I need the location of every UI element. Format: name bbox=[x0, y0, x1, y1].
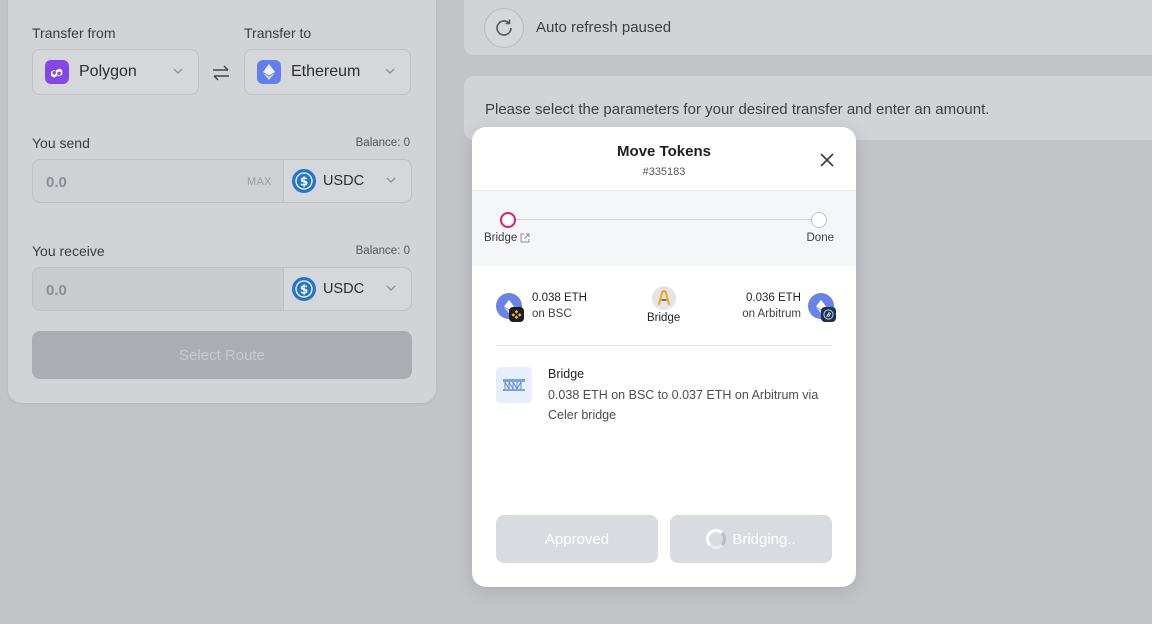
route-summary: 0.038 ETH on BSC Bridge 0.036 ETH on Arb… bbox=[496, 286, 836, 346]
from-network-name: Polygon bbox=[79, 63, 137, 80]
loading-spinner-icon bbox=[706, 529, 727, 549]
receive-amount-value: 0.0 bbox=[46, 282, 67, 299]
chevron-down-icon bbox=[386, 285, 396, 291]
bsc-chain-icon bbox=[509, 307, 524, 322]
to-network-select[interactable]: Ethereum bbox=[244, 49, 411, 95]
transfer-to-label: Transfer to bbox=[244, 25, 312, 41]
step-dot-done bbox=[811, 212, 827, 228]
from-amount: 0.038 ETH bbox=[532, 292, 587, 304]
transfer-card: Transfer from Transfer to Polygon Ethere… bbox=[8, 0, 436, 403]
auto-refresh-status: Auto refresh paused bbox=[536, 19, 672, 36]
chevron-down-icon bbox=[385, 68, 395, 74]
close-icon[interactable] bbox=[820, 153, 834, 167]
via-bridge-label: Bridge bbox=[647, 312, 681, 324]
usdc-icon: $ bbox=[292, 277, 316, 301]
arbitrum-chain-icon bbox=[821, 307, 836, 322]
you-receive-label: You receive bbox=[32, 243, 105, 259]
svg-text:$: $ bbox=[300, 283, 308, 297]
refresh-icon bbox=[496, 19, 512, 36]
svg-text:$: $ bbox=[300, 175, 308, 189]
step-dot-bridge bbox=[500, 212, 516, 228]
step-description: 0.038 ETH on BSC to 0.037 ETH on Arbitru… bbox=[548, 388, 819, 422]
send-balance: Balance: 0 bbox=[355, 137, 410, 149]
max-button[interactable]: MAX bbox=[247, 176, 272, 188]
chevron-down-icon bbox=[173, 68, 183, 74]
to-network-name: Ethereum bbox=[291, 63, 361, 80]
approved-button-label: Approved bbox=[544, 530, 610, 548]
external-link-icon bbox=[520, 233, 530, 243]
polygon-icon bbox=[45, 60, 69, 84]
you-send-label: You send bbox=[32, 135, 90, 151]
move-tokens-modal: Move Tokens #335183 Bridge Done 0.038 ET… bbox=[472, 127, 856, 587]
ethereum-icon bbox=[257, 60, 281, 84]
progress-line bbox=[508, 219, 820, 220]
swap-arrows-icon[interactable] bbox=[211, 65, 231, 81]
modal-header: Move Tokens #335183 bbox=[472, 127, 856, 191]
receive-token-select[interactable]: $ USDC bbox=[283, 268, 411, 310]
send-token-select[interactable]: $ USDC bbox=[283, 160, 411, 202]
transaction-id: #335183 bbox=[642, 166, 686, 178]
to-amount: 0.036 ETH bbox=[746, 292, 801, 304]
send-amount-input[interactable]: 0.0 bbox=[46, 174, 67, 191]
receive-token-name: USDC bbox=[323, 281, 365, 297]
modal-title: Move Tokens bbox=[617, 143, 711, 160]
transfer-from-label: Transfer from bbox=[32, 25, 116, 41]
step-done-label: Done bbox=[806, 232, 835, 244]
approved-button[interactable]: Approved bbox=[496, 515, 658, 563]
bridge-step-icon bbox=[496, 367, 532, 403]
from-network-select[interactable]: Polygon bbox=[32, 49, 199, 95]
select-route-button[interactable]: Select Route bbox=[32, 331, 412, 379]
receive-balance: Balance: 0 bbox=[355, 245, 410, 257]
info-message: Please select the parameters for your de… bbox=[485, 101, 990, 118]
bridging-button-label: Bridging.. bbox=[732, 530, 796, 548]
celer-bridge-icon bbox=[652, 286, 676, 310]
send-amount-field[interactable]: 0.0 MAX $ USDC bbox=[32, 159, 412, 203]
to-chain: on Arbitrum bbox=[742, 308, 801, 320]
progress-steps: Bridge Done bbox=[472, 191, 856, 266]
chevron-down-icon bbox=[386, 177, 396, 183]
step-bridge-label: Bridge bbox=[484, 232, 518, 244]
step-title: Bridge bbox=[548, 367, 585, 381]
from-chain: on BSC bbox=[532, 308, 572, 320]
refresh-button[interactable] bbox=[484, 8, 524, 48]
bridging-button[interactable]: Bridging.. bbox=[670, 515, 832, 563]
step-bridge-link[interactable]: Bridge bbox=[484, 232, 530, 244]
usdc-icon: $ bbox=[292, 169, 316, 193]
receive-amount-field: 0.0 $ USDC bbox=[32, 267, 412, 311]
send-token-name: USDC bbox=[323, 173, 365, 189]
auto-refresh-bar: Auto refresh paused bbox=[464, 0, 1152, 55]
